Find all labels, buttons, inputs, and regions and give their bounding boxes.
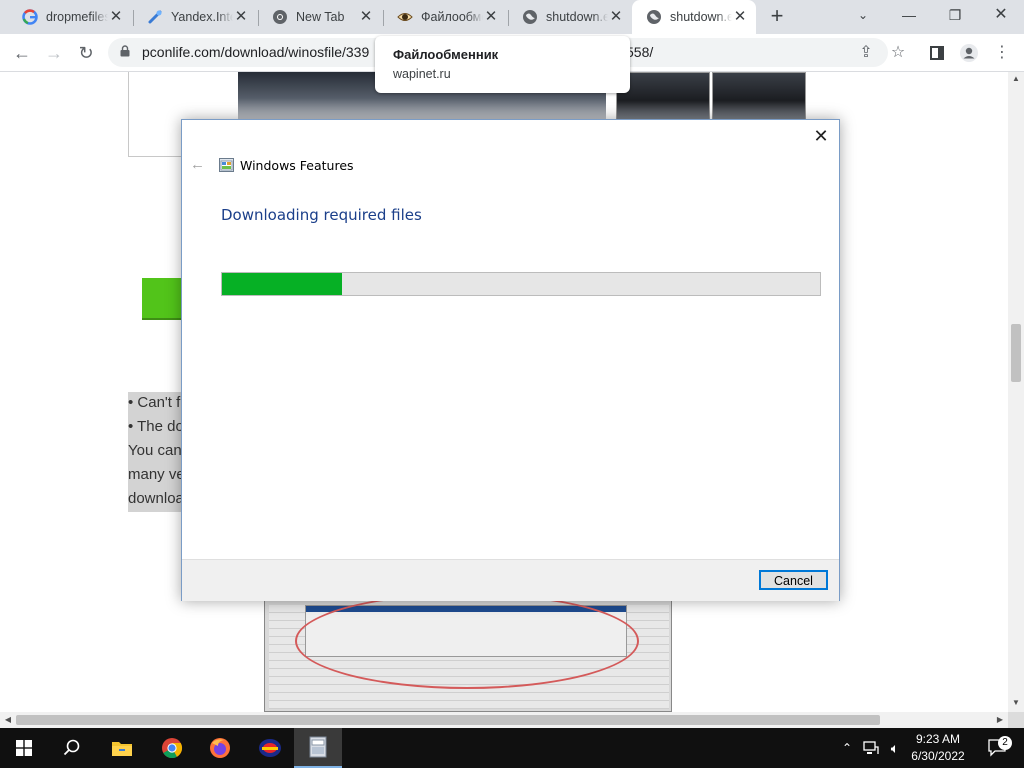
horizontal-scroll-thumb[interactable] [16, 715, 880, 725]
download-button[interactable] [142, 278, 186, 320]
tab-new-tab[interactable]: New Tab ✕ [258, 0, 382, 34]
tab-yandex[interactable]: Yandex.Internet ✕ [133, 0, 257, 34]
restore-button[interactable]: ❐ [932, 0, 978, 30]
car-thumbnail[interactable] [712, 72, 806, 120]
search-icon[interactable] [48, 728, 96, 768]
close-tab-icon[interactable]: ✕ [358, 9, 374, 25]
bookmark-star-icon[interactable]: ☆ [886, 41, 910, 65]
vertical-scrollbar[interactable]: ▲ ▼ [1008, 72, 1024, 712]
menu-kebab-icon[interactable]: ⋮ [990, 41, 1014, 65]
firefox-icon[interactable] [196, 728, 244, 768]
url-text-end: 558/ [626, 44, 654, 60]
page-text-line: • The do [128, 418, 184, 435]
dialog-title: Windows Features [240, 158, 354, 173]
tab-title: Файлообменник [421, 10, 483, 24]
tooltip-domain: wapinet.ru [393, 67, 451, 81]
horizontal-scrollbar[interactable]: ◀ ▶ [0, 712, 1008, 728]
tooltip-title: Файлообменник [393, 47, 499, 62]
chrome-icon[interactable] [148, 728, 196, 768]
car-thumbnail[interactable] [616, 72, 710, 120]
notifications-icon[interactable]: 2 [978, 728, 1018, 768]
system-clock[interactable]: 9:23 AM 6/30/2022 [900, 731, 976, 765]
close-tab-icon[interactable]: ✕ [108, 9, 124, 25]
minimize-button[interactable]: — [886, 0, 932, 30]
scroll-left-arrow-icon[interactable]: ◀ [0, 712, 16, 728]
tab-title: Yandex.Internet [171, 10, 233, 24]
side-panel-icon[interactable] [925, 41, 949, 65]
back-arrow-icon[interactable]: ← [10, 41, 34, 65]
start-icon[interactable] [0, 728, 48, 768]
tab-title: shutdown.exe [670, 10, 732, 24]
page-text-line: You can [128, 442, 182, 459]
page-text-line: downloa [128, 490, 184, 507]
globe-icon [646, 9, 662, 25]
dialog-heading: Downloading required files [221, 206, 422, 224]
page-text-line: many ve [128, 466, 185, 483]
close-tab-icon[interactable]: ✕ [732, 9, 748, 25]
url-text: pconlife.com/download/winosfile/339 [142, 44, 370, 60]
close-tab-icon[interactable]: ✕ [483, 9, 499, 25]
dialog-back-arrow-icon[interactable]: ← [190, 157, 206, 173]
tab-dropmefiles[interactable]: dropmefiles ✕ [8, 0, 132, 34]
tab-strip: dropmefiles ✕ Yandex.Internet ✕ New Tab … [0, 0, 1024, 34]
dialog-footer: Cancel [182, 559, 839, 601]
close-tab-icon[interactable]: ✕ [233, 9, 249, 25]
clock-time: 9:23 AM [915, 732, 961, 746]
tab-shutdown-2[interactable]: shutdown.exe ✕ [632, 0, 756, 34]
google-icon [22, 9, 38, 25]
scroll-down-arrow-icon[interactable]: ▼ [1008, 696, 1024, 710]
tab-title: shutdown.exe [546, 10, 608, 24]
download-progress-bar [221, 272, 821, 296]
scroll-up-arrow-icon[interactable]: ▲ [1008, 72, 1024, 86]
tab-title: dropmefiles [46, 10, 108, 24]
chrome-icon [272, 9, 288, 25]
tab-title: New Tab [296, 10, 345, 24]
app-icon[interactable] [246, 728, 294, 768]
windows-features-icon [219, 158, 234, 172]
eye-icon [397, 9, 413, 25]
lock-icon[interactable] [120, 45, 130, 57]
new-tab-button[interactable]: + [766, 5, 788, 28]
tab-fileexchange[interactable]: Файлообменник ✕ [383, 0, 507, 34]
clock-date: 6/30/2022 [911, 749, 965, 763]
file-explorer-icon[interactable] [98, 728, 146, 768]
network-icon[interactable] [860, 728, 882, 768]
notification-count: 2 [998, 736, 1012, 750]
tab-hover-tooltip: Файлообменник wapinet.ru [375, 36, 630, 93]
profile-avatar[interactable] [957, 41, 981, 65]
close-window-button[interactable]: ✕ [978, 0, 1024, 30]
tab-search-icon[interactable]: ⌄ [840, 0, 886, 30]
tab-shutdown-1[interactable]: shutdown.exe ✕ [508, 0, 632, 34]
windows-features-dialog: ✕ ← Windows Features Downloading require… [181, 119, 840, 601]
windows-taskbar: ⌃ 🔈︎ 9:23 AM 6/30/2022 2 [0, 728, 1024, 768]
globe-icon [522, 9, 538, 25]
forward-arrow-icon[interactable]: → [42, 41, 66, 65]
page-text-line: • Can't f [128, 394, 181, 411]
chevron-up-icon[interactable]: ⌃ [836, 728, 858, 768]
share-icon[interactable]: ⇪ [854, 41, 878, 65]
cancel-button[interactable]: Cancel [759, 570, 828, 590]
scrollbar-corner [1008, 712, 1024, 728]
yandex-icon [147, 9, 163, 25]
dialog-close-icon[interactable]: ✕ [811, 126, 831, 146]
scroll-right-arrow-icon[interactable]: ▶ [992, 712, 1008, 728]
windows-features-icon[interactable] [294, 728, 342, 768]
close-tab-icon[interactable]: ✕ [608, 9, 624, 25]
progress-bar-fill [222, 273, 342, 295]
reload-icon[interactable]: ↻ [74, 41, 98, 65]
article-screenshot-image [264, 598, 672, 712]
vertical-scroll-thumb[interactable] [1011, 324, 1021, 382]
